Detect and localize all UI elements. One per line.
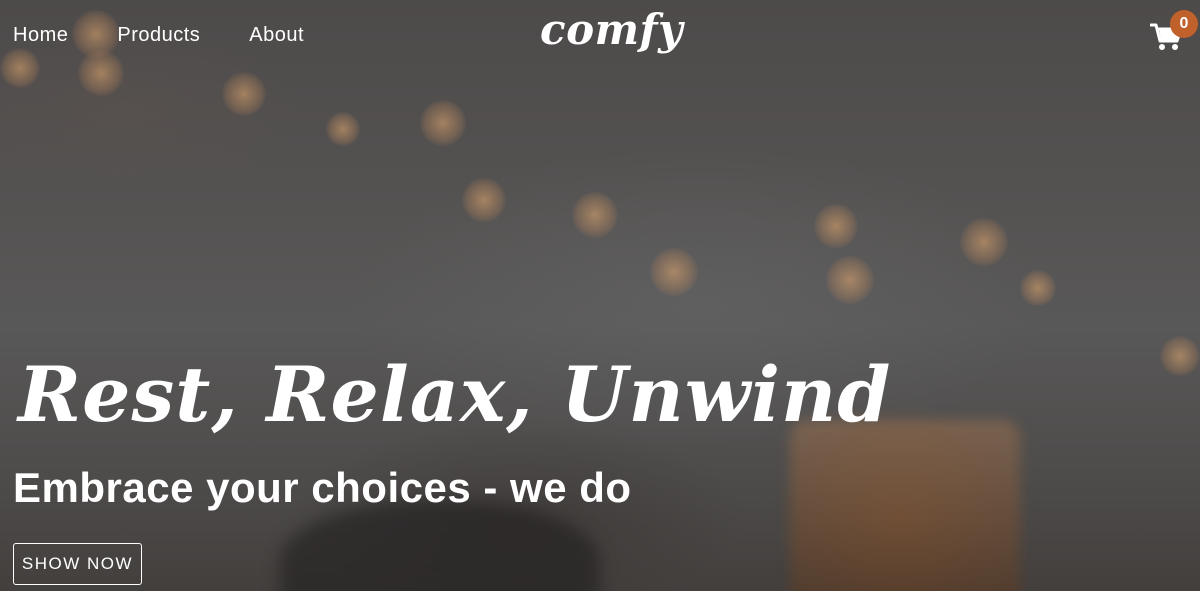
bokeh-light <box>960 218 1008 266</box>
hero-subtitle: Embrace your choices - we do <box>13 464 632 511</box>
nav-link-products[interactable]: Products <box>117 23 200 47</box>
hero-title: Rest, Relax, Unwind <box>18 350 892 439</box>
bokeh-light <box>420 100 466 146</box>
bokeh-light <box>826 256 874 304</box>
nav-links: Home Products About <box>13 23 304 47</box>
bokeh-light <box>572 192 618 238</box>
cart-count-badge: 0 <box>1170 10 1198 38</box>
bokeh-light <box>462 178 506 222</box>
brand-logo[interactable]: comfy <box>540 4 683 56</box>
bokeh-light <box>650 248 698 296</box>
nav-link-home[interactable]: Home <box>13 23 68 47</box>
bokeh-light <box>222 72 266 116</box>
nav-link-about[interactable]: About <box>249 23 304 47</box>
top-navbar: Home Products About comfy 0 <box>0 0 1200 70</box>
show-now-button[interactable]: SHOW NOW <box>13 543 142 585</box>
bokeh-light <box>1020 270 1056 306</box>
bokeh-light <box>326 112 360 146</box>
bokeh-light <box>814 204 858 248</box>
bokeh-light <box>1160 336 1200 376</box>
